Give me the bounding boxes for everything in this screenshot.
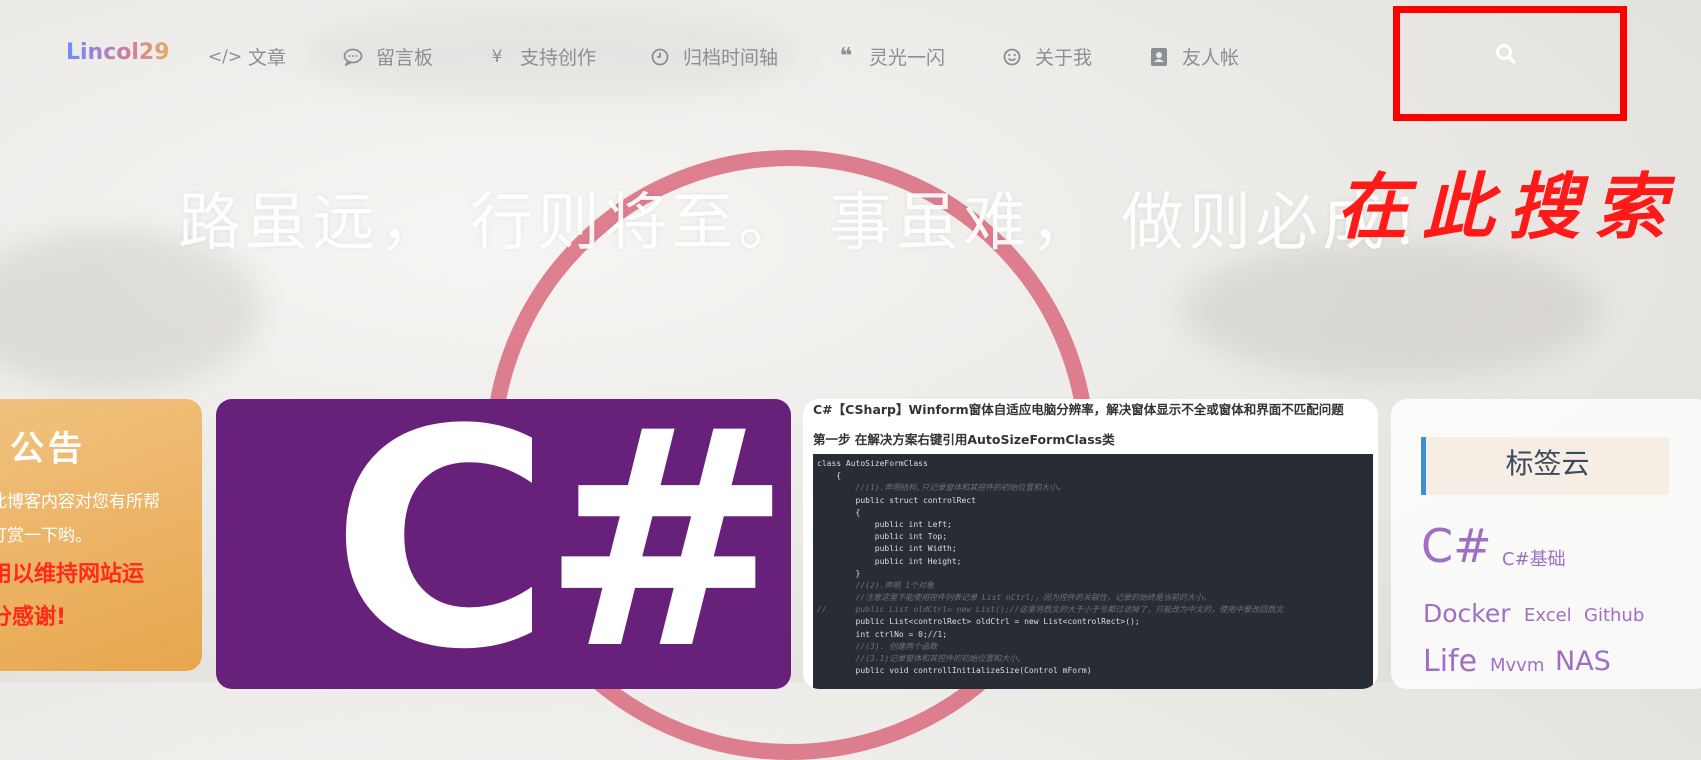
code-line: //(1).声明结构,只记录窗体和其控件的初始位置和大小。 (817, 483, 1066, 493)
code-line: { (817, 471, 842, 481)
tag-link[interactable]: Excel (1524, 605, 1572, 626)
code-line: public void controllInitializeSize(Contr… (817, 666, 1092, 676)
smile-icon (1001, 48, 1023, 66)
notice-title: 公告 (10, 429, 86, 469)
article-step-heading: 第一步 在解决方案右键引用AutoSizeFormClass类 (813, 432, 1115, 447)
code-line: { (817, 507, 861, 517)
nav-item-label: 关于我 (1035, 47, 1093, 69)
tag-link[interactable]: NAS (1555, 646, 1611, 677)
nav-item-friends[interactable]: 友人帐 (1148, 43, 1239, 70)
nav-item-about[interactable]: 关于我 (1001, 43, 1092, 70)
nav-item-label: 留言板 (376, 47, 434, 69)
nav-item-label: 支持创作 (520, 47, 597, 69)
nav-item-articles[interactable]: </> 文章 (207, 43, 287, 70)
quote-icon: ❝ (839, 44, 853, 69)
address-book-icon (1148, 47, 1170, 67)
article-title[interactable]: C#【CSharp】Winform窗体自适应电脑分辨率，解决窗体显示不全或窗体和… (813, 399, 1344, 418)
tag-link[interactable]: Life (1423, 644, 1477, 679)
code-line: public int Width; (817, 544, 957, 554)
search-highlight-box (1393, 6, 1627, 121)
nav-item-guestbook[interactable]: 留言板 (342, 43, 433, 70)
nav-item-archive[interactable]: 归档时间轴 (649, 43, 778, 70)
tag-link[interactable]: Github (1584, 605, 1644, 626)
csharp-logo: C# (331, 399, 791, 689)
code-line: //(3). 创建两个函数 (817, 641, 938, 651)
code-line: //注意这里不能使用控件列表记录 List nCtrl;，因为控件的关联性，记录… (817, 593, 1211, 603)
notice-text: 此博客内容对您有所帮 (0, 492, 160, 512)
code-block: class AutoSizeFormClass { //(1).声明结构,只记录… (813, 454, 1373, 689)
tag-cloud-title: 标签云 (1421, 437, 1669, 495)
clock-icon (649, 48, 671, 66)
site-logo[interactable]: Lincol29 (66, 40, 170, 65)
nav-item-label: 文章 (248, 47, 287, 69)
code-line: // public List oldCtrl= new List();//这里将… (817, 605, 1284, 615)
featured-post-card[interactable]: C# (216, 399, 791, 689)
code-line: int ctrlNo = 0;//1; (817, 629, 948, 639)
tag-link[interactable]: Docker (1423, 599, 1511, 628)
nav-item-support[interactable]: ¥ 支持创作 (486, 43, 596, 70)
code-line: public struct controlRect (817, 495, 976, 505)
code-line: } (817, 568, 861, 578)
code-icon: </> (207, 46, 243, 67)
nav-item-label: 友人帐 (1182, 47, 1240, 69)
notice-highlight-text: 分感谢! (0, 605, 67, 630)
yen-icon: ¥ (491, 46, 503, 67)
nav-item-label: 归档时间轴 (683, 47, 779, 69)
nav-item-label: 灵光一闪 (869, 47, 946, 69)
code-line: class AutoSizeFormClass (817, 459, 928, 468)
search-annotation: 在此搜索 (1336, 164, 1681, 249)
code-line: //(2).声明 1个对象 (817, 580, 935, 590)
article-preview-card[interactable]: C#【CSharp】Winform窗体自适应电脑分辨率，解决窗体显示不全或窗体和… (803, 399, 1378, 689)
nav-item-inspiration[interactable]: ❝ 灵光一闪 (835, 43, 945, 70)
notice-highlight-text: 用以维持网站运 (0, 562, 145, 587)
code-line: public int Top; (817, 532, 948, 542)
code-line: //(3.1)记录窗体和其控件的初始位置和大小, (817, 654, 1023, 663)
notice-text: 打赏一下哟。 (0, 526, 92, 546)
hero-slogan: 路虽远， 行则将至。 事虽难， 做则必成！ (178, 186, 1457, 259)
code-line: public int Height; (817, 556, 962, 566)
tag-link[interactable]: C# (1421, 519, 1492, 573)
code-line: public int Left; (817, 519, 952, 529)
tag-link[interactable]: C#基础 (1502, 545, 1566, 571)
tag-cloud-widget: 标签云 C# C#基础 Docker Excel Github Life Mvv… (1391, 399, 1701, 689)
notice-card: 公告 此博客内容对您有所帮 打赏一下哟。 用以维持网站运 分感谢! (0, 399, 202, 671)
tag-link[interactable]: Mvvm (1490, 655, 1544, 676)
chat-bubble-icon (342, 48, 364, 66)
code-line: public List<controlRect> oldCtrl = new L… (817, 617, 1140, 627)
